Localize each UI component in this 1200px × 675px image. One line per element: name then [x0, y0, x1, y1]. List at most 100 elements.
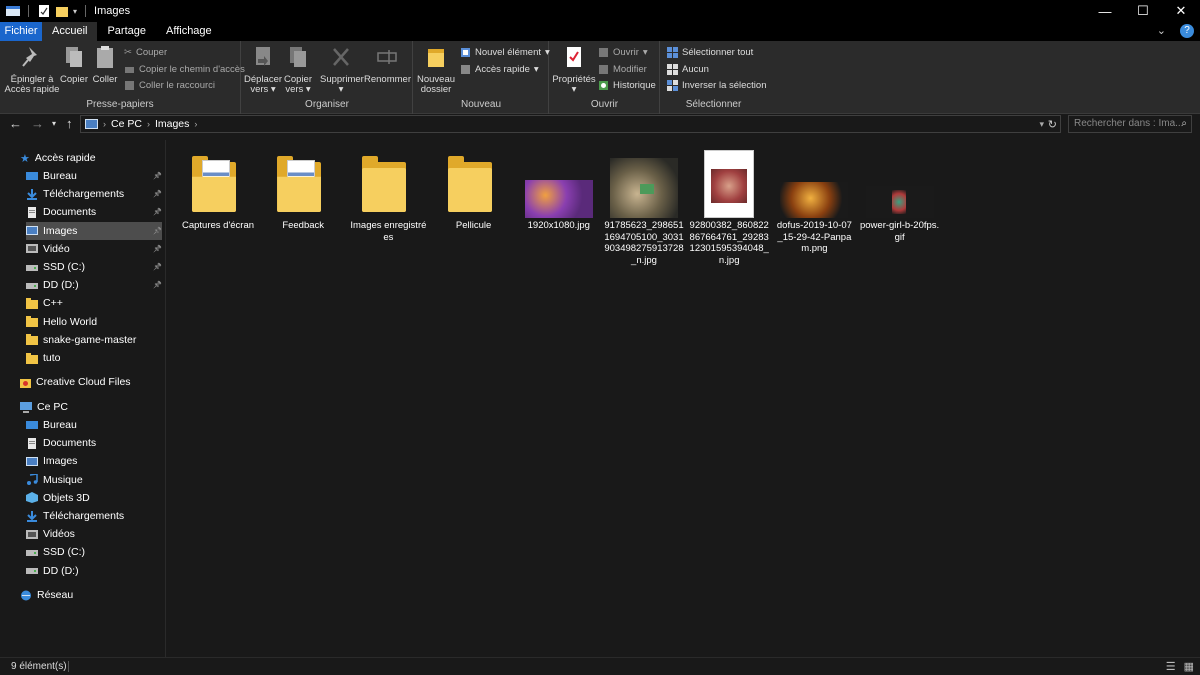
quick-access-dropdown-icon[interactable]: ▾	[73, 7, 77, 16]
sidebar-pc-item-musique[interactable]: Musique	[26, 471, 162, 489]
close-button[interactable]: ✕	[1162, 0, 1200, 22]
file-item[interactable]: dofus-2019-10-07_15-29-42-Panpam.png	[774, 146, 854, 255]
copy-path-button[interactable]: Copier le chemin d'accès	[124, 64, 245, 75]
title-bar: ▾ Images — ☐ ✕	[0, 0, 1200, 22]
explorer-window-icon[interactable]	[6, 5, 20, 17]
sidebar-quick-access[interactable]: ★ Accès rapide	[20, 149, 162, 167]
edit-button[interactable]: Modifier	[598, 64, 647, 75]
tab-view[interactable]: Affichage	[156, 22, 222, 41]
sidebar-creative-cloud[interactable]: Creative Cloud Files	[20, 373, 162, 391]
pin-icon[interactable]: 📌	[153, 245, 162, 253]
tab-share[interactable]: Partage	[97, 22, 156, 41]
cut-button[interactable]: ✂ Couper	[124, 47, 167, 58]
sidebar-this-pc[interactable]: Ce PC	[20, 398, 162, 416]
address-dropdown-icon[interactable]: ▾	[1039, 119, 1044, 130]
move-to-icon	[256, 47, 270, 66]
organize-group: Déplacer vers ▾ Copier vers ▾ Supprimer …	[242, 41, 413, 114]
images-icon	[26, 456, 38, 466]
file-name: 1920x1080.jpg	[527, 220, 590, 231]
maximize-button[interactable]: ☐	[1124, 0, 1162, 22]
folder-item[interactable]: Captures d'écran	[178, 146, 258, 232]
sidebar-pc-item-videos[interactable]: Vidéos	[26, 525, 162, 543]
new-folder-quick-icon[interactable]	[55, 5, 69, 17]
sidebar-pc-item-ssd-c[interactable]: SSD (C:)	[26, 543, 162, 561]
recent-locations-icon[interactable]: ▾	[52, 119, 56, 128]
back-arrow-icon[interactable]: ←	[9, 116, 22, 131]
pin-icon[interactable]: 📌	[153, 190, 162, 198]
sidebar-item-bureau[interactable]: Bureau 📌	[26, 167, 162, 185]
file-item[interactable]: 92800382_860822867664761_292831230159539…	[689, 146, 769, 266]
pin-icon[interactable]: 📌	[153, 208, 162, 216]
breadcrumb-this-pc[interactable]: Ce PC	[111, 118, 142, 130]
invert-selection-button[interactable]: Inverser la sélection	[667, 80, 766, 91]
copy-to-icon	[290, 47, 306, 67]
file-item[interactable]: power-girl-b-20fps.gif	[860, 146, 940, 243]
toolbar-separator	[85, 5, 87, 17]
large-icons-view-icon[interactable]: ▦	[1184, 660, 1194, 673]
copy-to-button[interactable]: Copier vers ▾	[282, 45, 314, 95]
sidebar-item-images[interactable]: Images 📌	[26, 221, 162, 240]
forward-arrow-icon[interactable]: →	[31, 116, 44, 131]
pin-icon[interactable]: 📌	[153, 172, 162, 180]
up-arrow-icon[interactable]: ↑	[66, 116, 73, 131]
sidebar-network[interactable]: Réseau	[20, 586, 162, 604]
easy-access-button[interactable]: Accès rapide ▾	[460, 64, 539, 75]
sidebar-pc-item-objets-3d[interactable]: Objets 3D	[26, 489, 162, 507]
open-button[interactable]: Ouvrir ▾	[598, 47, 648, 58]
open-icon	[599, 48, 608, 57]
sidebar-item-tuto[interactable]: tuto	[26, 349, 162, 367]
sidebar-item-ssd-c[interactable]: SSD (C:) 📌	[26, 258, 162, 276]
pin-quick-access-button[interactable]: Épingler à Accès rapide	[4, 45, 60, 95]
paste-button[interactable]: Coller	[90, 45, 120, 85]
sidebar-pc-item-documents[interactable]: Documents	[26, 434, 162, 452]
details-view-icon[interactable]: ☰	[1166, 660, 1176, 673]
ribbon-expand-icon[interactable]: ⌄	[1157, 24, 1166, 38]
new-folder-button[interactable]: Nouveau dossier	[416, 45, 456, 95]
status-separator	[68, 661, 69, 672]
ribbon-tabs: Fichier Accueil Partage Affichage ⌄ ?	[0, 22, 1200, 41]
properties-quick-icon[interactable]	[37, 5, 51, 17]
help-icon[interactable]: ?	[1180, 24, 1194, 38]
folder-item[interactable]: Pellicule	[434, 146, 514, 232]
history-button[interactable]: Historique	[598, 80, 656, 91]
sidebar-item-dd-d[interactable]: DD (D:) 📌	[26, 276, 162, 294]
delete-button[interactable]: Supprimer ▾	[320, 45, 364, 95]
properties-button[interactable]: Propriétés ▾	[552, 45, 596, 95]
file-item[interactable]: 1920x1080.jpg	[519, 146, 599, 232]
pin-icon[interactable]: 📌	[153, 281, 162, 289]
tab-file[interactable]: Fichier	[0, 22, 42, 41]
scissors-icon: ✂	[124, 47, 132, 58]
pin-icon[interactable]: 📌	[153, 227, 162, 235]
minimize-button[interactable]: —	[1086, 0, 1124, 22]
sidebar-item-video[interactable]: Vidéo 📌	[26, 240, 162, 258]
breadcrumb-images[interactable]: Images	[155, 118, 189, 130]
download-icon	[27, 188, 37, 200]
file-item[interactable]: 91785623_2986511694705100_30319034982759…	[604, 146, 684, 266]
folder-item[interactable]: Feedback	[263, 146, 343, 232]
pin-icon[interactable]: 📌	[153, 263, 162, 271]
sidebar-item-documents[interactable]: Documents 📌	[26, 203, 162, 221]
refresh-icon[interactable]: ↻	[1048, 118, 1057, 131]
sidebar-item-telechargements[interactable]: Téléchargements 📌	[26, 185, 162, 203]
rename-button[interactable]: Renommer	[364, 45, 411, 85]
sidebar-pc-item-dd-d[interactable]: DD (D:)	[26, 562, 162, 580]
sidebar-item-hello-world[interactable]: Hello World	[26, 313, 162, 331]
copy-button[interactable]: Copier	[58, 45, 90, 85]
sidebar-pc-item-bureau[interactable]: Bureau	[26, 416, 162, 434]
select-none-button[interactable]: Aucun	[667, 64, 709, 75]
sidebar-item-snake-game-master[interactable]: snake-game-master	[26, 331, 162, 349]
select-all-button[interactable]: Sélectionner tout	[667, 47, 753, 58]
sidebar-item-c[interactable]: C++	[26, 294, 162, 312]
folder-icon	[26, 352, 38, 364]
folder-item[interactable]: Images enregistrées	[348, 146, 428, 243]
sidebar-pc-item-telechargements[interactable]: Téléchargements	[26, 507, 162, 525]
sidebar-pc-item-images[interactable]: Images	[26, 452, 162, 470]
new-item-button[interactable]: Nouvel élément ▾	[460, 47, 550, 58]
address-path[interactable]: › Ce PC › Images › ▾ ↻	[80, 115, 1061, 133]
search-input[interactable]: Rechercher dans : Ima... ⌕	[1068, 115, 1192, 133]
move-to-button[interactable]: Déplacer vers ▾	[244, 45, 282, 95]
tab-home[interactable]: Accueil	[42, 22, 98, 41]
paste-shortcut-button[interactable]: Coller le raccourci	[124, 80, 215, 91]
new-group: Nouveau dossier Nouvel élément ▾ Accès r…	[414, 41, 550, 114]
ribbon: Épingler à Accès rapide Copier Coller ✂ C…	[0, 41, 1200, 114]
